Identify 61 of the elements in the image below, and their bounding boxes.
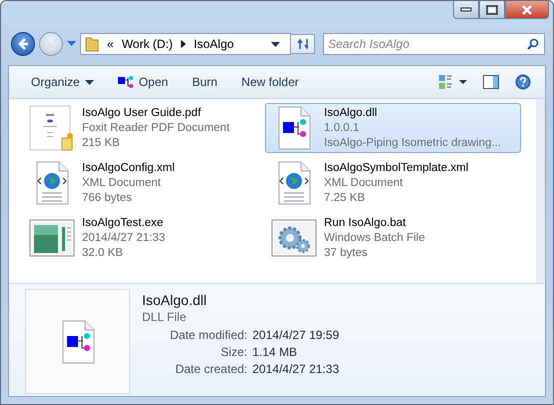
file-detail: 1.0.0.1 bbox=[324, 120, 360, 136]
minimize-icon bbox=[460, 6, 472, 12]
selected-file-name: IsoAlgo.dll bbox=[142, 291, 208, 309]
view-options-icon bbox=[439, 75, 467, 89]
file-item[interactable]: IsoAlgoSymbolTemplate.xml XML Document 7.25 KB bbox=[265, 158, 521, 208]
file-detail: XML Document bbox=[324, 176, 404, 190]
property-value: 2014/4/27 19:59 bbox=[252, 327, 340, 344]
caret-icon bbox=[84, 80, 94, 84]
preview-pane-icon bbox=[483, 75, 499, 89]
property-label: Date created: bbox=[174, 361, 248, 378]
file-detail: 37 bytes bbox=[324, 246, 368, 260]
file-detail: XML Document bbox=[82, 176, 162, 190]
file-detail: 215 KB bbox=[82, 136, 121, 150]
maximize-button[interactable] bbox=[479, 1, 505, 19]
file-detail: 32.0 KB bbox=[82, 246, 124, 260]
file-item[interactable]: IsoAlgo User Guide.pdf Foxit Reader PDF Document 215 KB bbox=[23, 103, 263, 153]
file-name: IsoAlgo User Guide.pdf bbox=[82, 106, 202, 120]
open-button[interactable]: Open bbox=[108, 71, 178, 93]
close-button[interactable] bbox=[505, 1, 549, 19]
file-detail: Foxit Reader PDF Document bbox=[82, 120, 230, 136]
file-detail: 2014/4/27 21:33 bbox=[82, 230, 166, 246]
file-name: Run IsoAlgo.bat bbox=[324, 216, 407, 230]
property-label: Size: bbox=[220, 344, 248, 361]
file-detail: 766 bytes bbox=[82, 190, 133, 206]
folder-icon bbox=[85, 36, 99, 52]
library-file-icon bbox=[118, 75, 134, 89]
file-detail: 7.25 KB bbox=[324, 190, 366, 206]
file-detail: IsoAlgo-Piping Isometric drawing... bbox=[324, 136, 502, 150]
property-label: Date modified: bbox=[169, 327, 248, 344]
file-name: IsoAlgoConfig.xml bbox=[82, 160, 175, 176]
help-icon bbox=[515, 74, 531, 90]
minimize-button[interactable] bbox=[453, 1, 479, 19]
separator-arrow-icon[interactable] bbox=[180, 40, 186, 48]
refresh-icon bbox=[297, 38, 308, 50]
file-item[interactable]: IsoAlgoConfig.xml XML Document 766 bytes bbox=[23, 158, 263, 208]
file-item[interactable]: Run IsoAlgo.bat Windows Batch File 37 bytes bbox=[265, 213, 521, 263]
address-dropdown-icon[interactable] bbox=[271, 42, 280, 46]
breadcrumb[interactable]: Work (D:) bbox=[122, 37, 173, 51]
new-folder-button[interactable]: New folder bbox=[231, 71, 309, 93]
file-item[interactable]: IsoAlgoTest.exe 2014/4/27 21:33 32.0 KB bbox=[23, 213, 263, 263]
overflow-chevron[interactable]: « bbox=[107, 37, 114, 51]
file-name: IsoAlgoSymbolTemplate.xml bbox=[324, 160, 468, 176]
close-icon bbox=[521, 4, 533, 14]
burn-button[interactable]: Burn bbox=[182, 71, 228, 93]
file-name: IsoAlgo.dll bbox=[324, 106, 378, 120]
back-button[interactable] bbox=[11, 32, 35, 56]
file-detail: Windows Batch File bbox=[324, 230, 425, 246]
organize-menu-button[interactable]: Organize bbox=[21, 71, 104, 93]
file-item[interactable]: IsoAlgo.dll 1.0.0.1 IsoAlgo-Piping Isometric drawing... bbox=[265, 103, 521, 153]
left-arrow-icon bbox=[18, 38, 28, 50]
maximize-icon bbox=[486, 4, 498, 14]
address-bar[interactable]: « Work (D:) IsoAlgo bbox=[80, 33, 291, 55]
property-value: 2014/4/27 21:33 bbox=[252, 361, 340, 378]
file-name: IsoAlgoTest.exe bbox=[82, 216, 164, 230]
file-type: DLL File bbox=[142, 309, 188, 326]
search-field[interactable]: Search IsoAlgo bbox=[323, 33, 545, 55]
property-value: 1.14 MB bbox=[252, 344, 298, 361]
recent-pages-caret-icon[interactable] bbox=[67, 41, 76, 47]
breadcrumb[interactable]: IsoAlgo bbox=[194, 37, 234, 51]
refresh-button[interactable] bbox=[291, 34, 315, 54]
document-thumbnail-icon bbox=[28, 104, 76, 152]
